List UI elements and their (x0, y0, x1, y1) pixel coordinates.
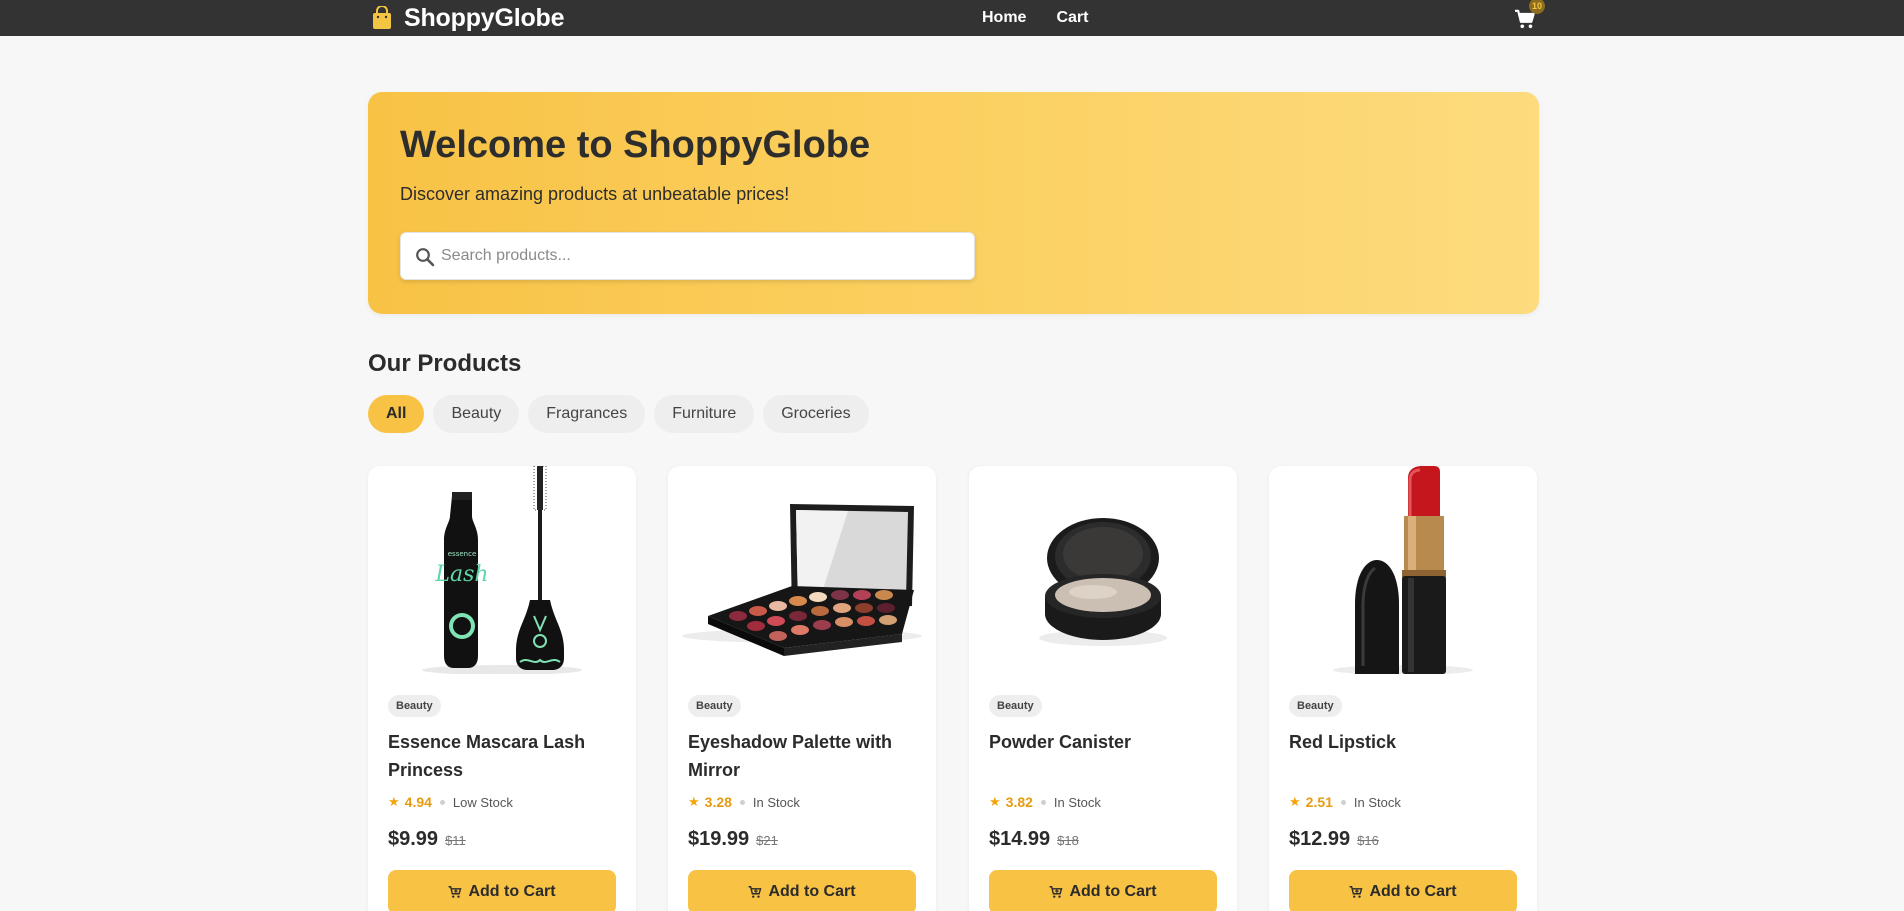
nav-link-cart[interactable]: Cart (1056, 9, 1088, 27)
product-price: $9.99 (388, 828, 439, 850)
price-row: $12.99 $16 (1289, 828, 1379, 854)
brand[interactable]: ShoppyGlobe (370, 3, 565, 32)
shopping-bag-icon (373, 6, 391, 29)
product-rating: 2.51 (1305, 794, 1333, 810)
product-old-price: $11 (445, 833, 466, 848)
product-meta: ★ 3.82 In Stock (989, 793, 1101, 811)
add-to-cart-button[interactable]: Add to Cart (989, 870, 1217, 911)
eyeshadow-palette-image (668, 466, 936, 674)
product-card[interactable]: Beauty Powder Canister ★ 3.82 In Stock $… (969, 466, 1237, 911)
stock-status: In Stock (1053, 794, 1101, 810)
add-to-cart-button[interactable]: Add to Cart (1289, 870, 1517, 911)
add-to-cart-label: Add to Cart (768, 883, 856, 900)
product-price: $14.99 (989, 828, 1051, 850)
product-meta: ★ 3.28 In Stock (688, 793, 800, 811)
separator-dot (1040, 799, 1046, 805)
filter-groceries[interactable]: Groceries (763, 395, 869, 433)
product-meta: ★ 4.94 Low Stock (388, 793, 513, 811)
product-old-price: $21 (756, 833, 778, 848)
product-title[interactable]: Eyeshadow Palette with Mirror (688, 728, 920, 784)
separator-dot (739, 799, 745, 805)
cart-plus-icon (1050, 886, 1063, 898)
nav-links: Home Cart (982, 0, 1088, 36)
add-to-cart-button[interactable]: Add to Cart (388, 870, 616, 911)
add-to-cart-label: Add to Cart (468, 883, 556, 900)
svg-text:Lash: Lash (434, 562, 488, 587)
filter-all[interactable]: All (368, 395, 425, 433)
separator-dot (439, 799, 445, 805)
navbar: ShoppyGlobe Home Cart 10 (0, 0, 1904, 36)
hero-subtitle: Discover amazing products at unbeatable … (400, 184, 790, 204)
product-old-price: $18 (1057, 833, 1079, 848)
star-icon: ★ (1289, 794, 1301, 809)
hero-banner: Welcome to ShoppyGlobe Discover amazing … (368, 92, 1539, 314)
category-badge: Beauty (688, 695, 741, 717)
product-title[interactable]: Red Lipstick (1289, 728, 1521, 756)
category-filters: All Beauty Fragrances Furniture Grocerie… (368, 395, 869, 433)
star-icon: ★ (989, 794, 1001, 809)
category-badge: Beauty (989, 695, 1042, 717)
cart-button[interactable]: 10 (1512, 0, 1545, 32)
add-to-cart-label: Add to Cart (1369, 883, 1457, 900)
search-icon (416, 248, 435, 267)
cart-count-badge: 10 (1529, 0, 1545, 14)
search-input[interactable] (441, 233, 961, 279)
svg-text:essence: essence (448, 550, 477, 558)
nav-link-home[interactable]: Home (982, 9, 1026, 27)
product-card[interactable]: Beauty Eyeshadow Palette with Mirror ★ 3… (668, 466, 936, 911)
filter-beauty[interactable]: Beauty (433, 395, 520, 433)
price-row: $19.99 $21 (688, 828, 778, 854)
filter-fragrances[interactable]: Fragrances (528, 395, 646, 433)
category-badge: Beauty (388, 695, 441, 717)
price-row: $9.99 $11 (388, 828, 466, 854)
add-to-cart-button[interactable]: Add to Cart (688, 870, 916, 911)
product-rating: 3.28 (704, 794, 732, 810)
product-rating: 3.82 (1005, 794, 1033, 810)
product-meta: ★ 2.51 In Stock (1289, 793, 1401, 811)
price-row: $14.99 $18 (989, 828, 1079, 854)
powder-canister-image (969, 466, 1237, 674)
star-icon: ★ (388, 794, 400, 809)
stock-status: Low Stock (452, 794, 513, 810)
product-card[interactable]: essence Lash Beauty Essence Mascara Lash… (368, 466, 636, 911)
category-badge: Beauty (1289, 695, 1342, 717)
product-price: $19.99 (688, 828, 750, 850)
section-title: Our Products (368, 350, 522, 377)
hero-title: Welcome to ShoppyGlobe (400, 124, 871, 166)
product-grid: essence Lash Beauty Essence Mascara Lash… (368, 466, 1539, 911)
add-to-cart-label: Add to Cart (1069, 883, 1157, 900)
cart-plus-icon (749, 886, 762, 898)
product-price: $12.99 (1289, 828, 1351, 850)
product-title[interactable]: Essence Mascara Lash Princess (388, 728, 620, 784)
search-box[interactable] (400, 232, 975, 280)
product-old-price: $16 (1357, 833, 1379, 848)
red-lipstick-image (1269, 466, 1537, 674)
cart-plus-icon (449, 886, 462, 898)
separator-dot (1340, 799, 1346, 805)
stock-status: In Stock (1353, 794, 1401, 810)
brand-name: ShoppyGlobe (404, 3, 565, 32)
product-card[interactable]: Beauty Red Lipstick ★ 2.51 In Stock $12.… (1269, 466, 1537, 911)
product-rating: 4.94 (404, 794, 432, 810)
mascara-image: essence Lash (368, 466, 636, 674)
product-title[interactable]: Powder Canister (989, 728, 1221, 756)
cart-plus-icon (1350, 886, 1363, 898)
filter-furniture[interactable]: Furniture (654, 395, 755, 433)
stock-status: In Stock (752, 794, 800, 810)
star-icon: ★ (688, 794, 700, 809)
